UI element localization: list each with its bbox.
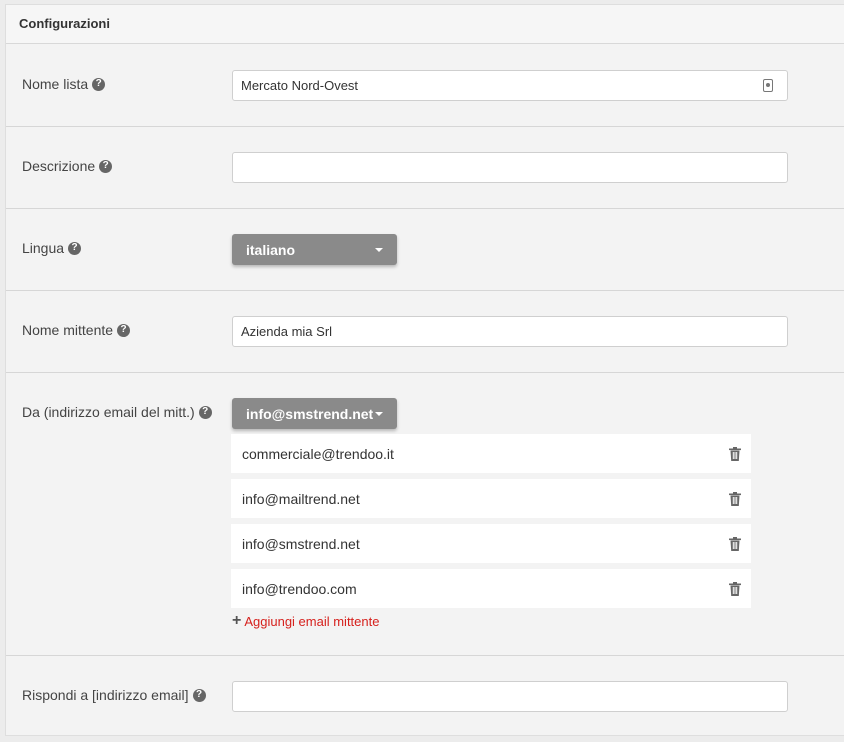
question-circle-icon[interactable]: ?	[99, 159, 113, 173]
question-circle-icon[interactable]: ?	[192, 688, 206, 702]
email-list-item[interactable]: info@smstrend.net	[231, 524, 751, 563]
contact-card-icon[interactable]	[763, 79, 773, 92]
question-circle-icon[interactable]: ?	[68, 241, 82, 255]
lingua-selected: italiano	[246, 241, 296, 258]
configuration-panel: Configurazioni Nome lista ? Mercato Nord…	[5, 4, 844, 736]
nome-lista-value: Mercato Nord-Ovest	[241, 78, 359, 93]
nome-lista-label: Nome lista	[22, 76, 89, 92]
nome-lista-input[interactable]: Mercato Nord-Ovest	[232, 70, 788, 101]
descrizione-input[interactable]	[232, 152, 788, 183]
da-label-group: Da (indirizzo email del mitt.) ?	[22, 404, 212, 420]
lingua-select[interactable]: italiano	[232, 234, 397, 265]
nome-mittente-label: Nome mittente	[22, 322, 114, 338]
add-sender-email-label: Aggiungi email mittente	[244, 613, 380, 629]
rispondi-a-label: Rispondi a [indirizzo email]	[22, 687, 189, 703]
add-sender-email-link[interactable]: + Aggiungi email mittente	[232, 613, 379, 629]
descrizione-label-group: Descrizione ?	[22, 158, 113, 174]
lingua-label-group: Lingua ?	[22, 240, 82, 256]
question-circle-icon[interactable]: ?	[92, 77, 106, 91]
row-divider	[6, 655, 844, 656]
row-divider	[6, 126, 844, 127]
question-circle-icon[interactable]: ?	[117, 323, 131, 337]
row-divider	[6, 208, 844, 209]
nome-mittente-label-group: Nome mittente ?	[22, 322, 131, 338]
rispondi-a-input[interactable]	[232, 681, 788, 712]
trash-icon[interactable]	[728, 446, 742, 462]
row-divider	[6, 372, 844, 373]
email-address: info@mailtrend.net	[242, 490, 360, 507]
trash-icon[interactable]	[728, 536, 742, 552]
email-address: commerciale@trendoo.it	[242, 445, 394, 462]
caret-down-icon	[375, 411, 383, 416]
da-select[interactable]: info@smstrend.net	[232, 398, 397, 429]
page: Configurazioni Nome lista ? Mercato Nord…	[0, 0, 844, 742]
trash-icon[interactable]	[728, 491, 742, 507]
row-divider	[6, 290, 844, 291]
descrizione-label: Descrizione	[22, 158, 96, 174]
email-list-item[interactable]: info@trendoo.com	[231, 569, 751, 608]
caret-down-icon	[375, 247, 383, 252]
email-list-item[interactable]: commerciale@trendoo.it	[231, 434, 751, 473]
lingua-label: Lingua	[22, 240, 65, 256]
panel-header: Configurazioni	[6, 5, 844, 44]
plus-icon: +	[232, 612, 242, 629]
rispondi-a-label-group: Rispondi a [indirizzo email] ?	[22, 687, 206, 703]
panel-title: Configurazioni	[19, 16, 110, 31]
nome-lista-label-group: Nome lista ?	[22, 76, 106, 92]
email-address: info@smstrend.net	[242, 535, 360, 552]
email-address: info@trendoo.com	[242, 580, 357, 597]
da-label: Da (indirizzo email del mitt.)	[22, 404, 195, 420]
da-selected: info@smstrend.net	[246, 405, 374, 422]
trash-icon[interactable]	[728, 581, 742, 597]
nome-mittente-input[interactable]: Azienda mia Srl	[232, 316, 788, 347]
email-list-item[interactable]: info@mailtrend.net	[231, 479, 751, 518]
nome-mittente-value: Azienda mia Srl	[241, 324, 333, 339]
question-circle-icon[interactable]: ?	[198, 405, 212, 419]
